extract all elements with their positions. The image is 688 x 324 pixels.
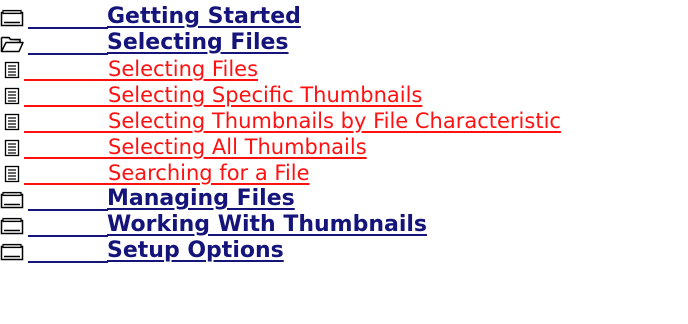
book-label[interactable]: Working With Thumbnails [28,212,427,238]
topic-selecting-thumbnails-by-file-characteristic[interactable]: Selecting Thumbnails by File Characteris… [0,108,688,134]
book-managing-files[interactable]: Managing Files [0,186,688,212]
topic-label[interactable]: Selecting All Thumbnails [24,134,367,160]
book-working-with-thumbnails[interactable]: Working With Thumbnails [0,212,688,238]
closed-book-icon [0,217,24,235]
topic-page-icon [4,139,20,157]
closed-book-icon [0,9,24,27]
topic-page-icon [4,61,20,79]
topic-selecting-all-thumbnails[interactable]: Selecting All Thumbnails [0,134,688,160]
topic-selecting-files[interactable]: Selecting Files [0,56,688,82]
book-label[interactable]: Selecting Files [28,30,289,56]
topic-page-icon [4,165,20,183]
topic-page-icon [4,87,20,105]
book-setup-options[interactable]: Setup Options [0,238,688,264]
open-book-icon [0,36,24,53]
book-label[interactable]: Setup Options [28,238,284,264]
book-getting-started[interactable]: Getting Started [0,4,688,30]
topic-selecting-specific-thumbnails[interactable]: Selecting Specific Thumbnails [0,82,688,108]
topic-searching-for-a-file[interactable]: Searching for a File [0,160,688,186]
topic-label[interactable]: Searching for a File [24,160,310,186]
book-label[interactable]: Getting Started [28,4,301,30]
book-label[interactable]: Managing Files [28,186,295,212]
topic-label[interactable]: Selecting Files [24,56,258,82]
topic-label[interactable]: Selecting Thumbnails by File Characteris… [24,108,561,134]
topic-page-icon [4,113,20,131]
closed-book-icon [0,191,24,209]
help-contents-tree: Getting Started Selecting Files Selectin… [0,4,688,264]
closed-book-icon [0,243,24,261]
book-selecting-files[interactable]: Selecting Files [0,30,688,56]
topic-label[interactable]: Selecting Specific Thumbnails [24,82,422,108]
